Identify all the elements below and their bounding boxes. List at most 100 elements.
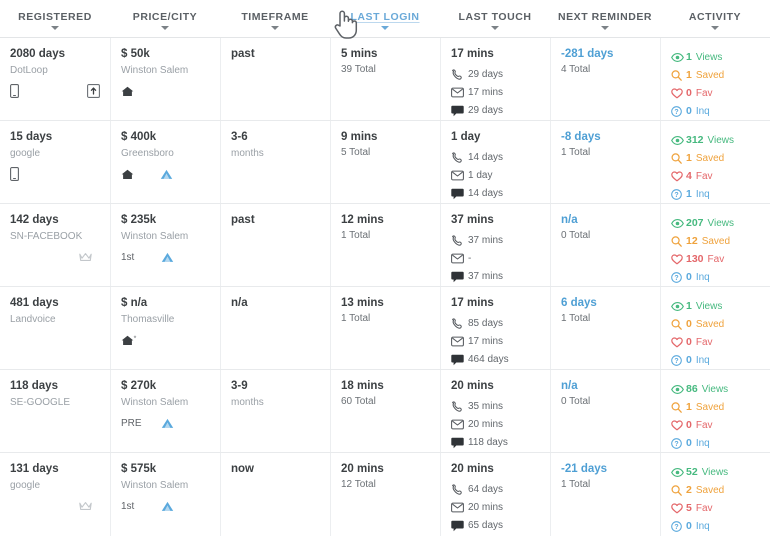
- activity-saved-count: 1: [686, 152, 692, 164]
- cell-activity[interactable]: 312 Views 1 Saved 4 Fav? 1 Inq: [660, 121, 770, 203]
- cell-activity[interactable]: 1 Views 0 Saved 0 Fav? 0 Inq: [660, 287, 770, 369]
- cell-next-reminder[interactable]: n/a 0 Total: [550, 370, 660, 452]
- cell-last-login[interactable]: 5 mins 39 Total: [330, 38, 440, 120]
- cell-timeframe[interactable]: 3-6 months: [220, 121, 330, 203]
- house-dark-star-icon: *: [121, 335, 138, 346]
- activity-inq-count: 0: [686, 271, 692, 283]
- cell-last-login[interactable]: 18 mins 60 Total: [330, 370, 440, 452]
- registered-source: Landvoice: [10, 314, 56, 325]
- magnifier-icon: [671, 152, 686, 164]
- last-login-total: 39 Total: [341, 64, 376, 75]
- activity-inq: ? 0 Inq: [671, 102, 760, 120]
- cell-timeframe[interactable]: 3-9 months: [220, 370, 330, 452]
- cell-last-touch[interactable]: 37 mins 37 mins - 37 mins: [440, 204, 550, 286]
- activity-fav-count: 4: [686, 170, 692, 182]
- last-login-total: 1 Total: [341, 230, 371, 241]
- activity-views-count: 207: [686, 217, 704, 229]
- cell-last-touch[interactable]: 1 day 14 days 1 day 14 days: [440, 121, 550, 203]
- cell-last-login[interactable]: 12 mins 1 Total: [330, 204, 440, 286]
- last-login-value: 20 mins: [341, 463, 384, 475]
- column-header-registered[interactable]: REGISTERED: [0, 0, 110, 37]
- chevron-down-icon[interactable]: [271, 25, 279, 30]
- cell-registered[interactable]: 2080 days DotLoop: [0, 38, 110, 120]
- chevron-down-icon[interactable]: [161, 25, 169, 30]
- cell-price-city[interactable]: $ 50k Winston Salem: [110, 38, 220, 120]
- last-touch-list: 85 days 17 mins 464 days: [451, 315, 540, 368]
- column-header-activity[interactable]: ACTIVITY: [660, 0, 770, 37]
- last-touch-item-value: 37 mins: [468, 234, 504, 246]
- cell-next-reminder[interactable]: 6 days 1 Total: [550, 287, 660, 369]
- cell-registered[interactable]: 142 days SN-FACEBOOK: [0, 204, 110, 286]
- export-box-icon: [87, 84, 100, 98]
- cell-last-touch[interactable]: 20 mins 64 days 20 mins 65 days: [440, 453, 550, 536]
- eye-icon: [671, 467, 686, 477]
- cell-price-city[interactable]: $ 400k Greensboro: [110, 121, 220, 203]
- cell-activity[interactable]: 207 Views 12 Saved 130 Fav? 0 Inq: [660, 204, 770, 286]
- cell-last-touch[interactable]: 20 mins 35 mins 20 mins 118 days: [440, 370, 550, 452]
- column-header-last_touch[interactable]: LAST TOUCH: [440, 0, 550, 37]
- comment-icon: [451, 271, 464, 283]
- activity-list: 207 Views 12 Saved 130 Fav? 0 Inq: [671, 214, 760, 286]
- eye-icon: [671, 135, 684, 145]
- column-header-last_login[interactable]: LAST LOGIN: [330, 0, 440, 37]
- cell-last-login[interactable]: 20 mins 12 Total: [330, 453, 440, 536]
- next-reminder-value: -8 days: [561, 131, 601, 143]
- magnifier-icon: [671, 152, 682, 164]
- chevron-down-icon[interactable]: [601, 25, 609, 30]
- activity-views-count: 52: [686, 466, 698, 478]
- cell-timeframe[interactable]: past: [220, 38, 330, 120]
- chevron-down-icon[interactable]: [381, 25, 389, 30]
- cell-price-city[interactable]: $ 575k Winston Salem 1st: [110, 453, 220, 536]
- activity-views-count: 1: [686, 300, 692, 312]
- cell-timeframe[interactable]: n/a: [220, 287, 330, 369]
- activity-fav: 0 Fav: [671, 333, 760, 351]
- price-value: $ n/a: [121, 297, 148, 309]
- last-touch-item-value: 35 mins: [468, 400, 504, 412]
- magnifier-icon: [671, 69, 682, 81]
- activity-fav-count: 5: [686, 502, 692, 514]
- cell-next-reminder[interactable]: -281 days 4 Total: [550, 38, 660, 120]
- cell-activity[interactable]: 1 Views 1 Saved 0 Fav? 0 Inq: [660, 38, 770, 120]
- column-header-label: ACTIVITY: [688, 10, 742, 23]
- city-value: Winston Salem: [121, 65, 189, 76]
- activity-saved: 2 Saved: [671, 481, 760, 499]
- cell-last-login[interactable]: 13 mins 1 Total: [330, 287, 440, 369]
- chevron-down-icon[interactable]: [711, 25, 719, 30]
- registered-days: 131 days: [10, 463, 59, 475]
- cell-price-city[interactable]: $ 235k Winston Salem 1st: [110, 204, 220, 286]
- registered-source: google: [10, 480, 41, 491]
- activity-fav-label: Fav: [695, 87, 713, 99]
- column-header-price_city[interactable]: PRICE/CITY: [110, 0, 220, 37]
- cell-activity[interactable]: 86 Views 1 Saved 0 Fav? 0 Inq: [660, 370, 770, 452]
- cell-activity[interactable]: 52 Views 2 Saved 5 Fav? 0 Inq: [660, 453, 770, 536]
- crown-icon: [79, 252, 92, 262]
- cell-registered[interactable]: 131 days google: [0, 453, 110, 536]
- column-header-next_reminder[interactable]: NEXT REMINDER: [550, 0, 660, 37]
- cell-timeframe[interactable]: past: [220, 204, 330, 286]
- cell-registered[interactable]: 118 days SE-GOOGLE: [0, 370, 110, 452]
- activity-fav-count: 0: [686, 419, 692, 431]
- cell-price-city[interactable]: $ 270k Winston Salem PRE: [110, 370, 220, 452]
- cell-price-city[interactable]: $ n/a Thomasville *: [110, 287, 220, 369]
- cell-next-reminder[interactable]: n/a 0 Total: [550, 204, 660, 286]
- column-header-timeframe[interactable]: TIMEFRAME: [220, 0, 330, 37]
- question-circle-icon: ?: [671, 520, 686, 532]
- registered-source: google: [10, 148, 41, 159]
- cell-next-reminder[interactable]: -21 days 1 Total: [550, 453, 660, 536]
- last-touch-item-value: 85 days: [468, 317, 504, 329]
- cell-last-login[interactable]: 9 mins 5 Total: [330, 121, 440, 203]
- cell-registered[interactable]: 481 days Landvoice: [0, 287, 110, 369]
- last-touch-value: 17 mins: [451, 48, 494, 60]
- chevron-down-icon[interactable]: [491, 25, 499, 30]
- magnifier-icon: [671, 318, 686, 330]
- phone-icon: [451, 483, 463, 496]
- cell-registered[interactable]: 15 days google: [0, 121, 110, 203]
- magnifier-icon: [671, 484, 686, 496]
- cell-last-touch[interactable]: 17 mins 85 days 17 mins 464 days: [440, 287, 550, 369]
- cell-last-touch[interactable]: 17 mins 29 days 17 mins 29 days: [440, 38, 550, 120]
- activity-views-count: 86: [686, 383, 698, 395]
- cell-next-reminder[interactable]: -8 days 1 Total: [550, 121, 660, 203]
- activity-list: 312 Views 1 Saved 4 Fav? 1 Inq: [671, 131, 760, 203]
- chevron-down-icon[interactable]: [51, 25, 59, 30]
- cell-timeframe[interactable]: now: [220, 453, 330, 536]
